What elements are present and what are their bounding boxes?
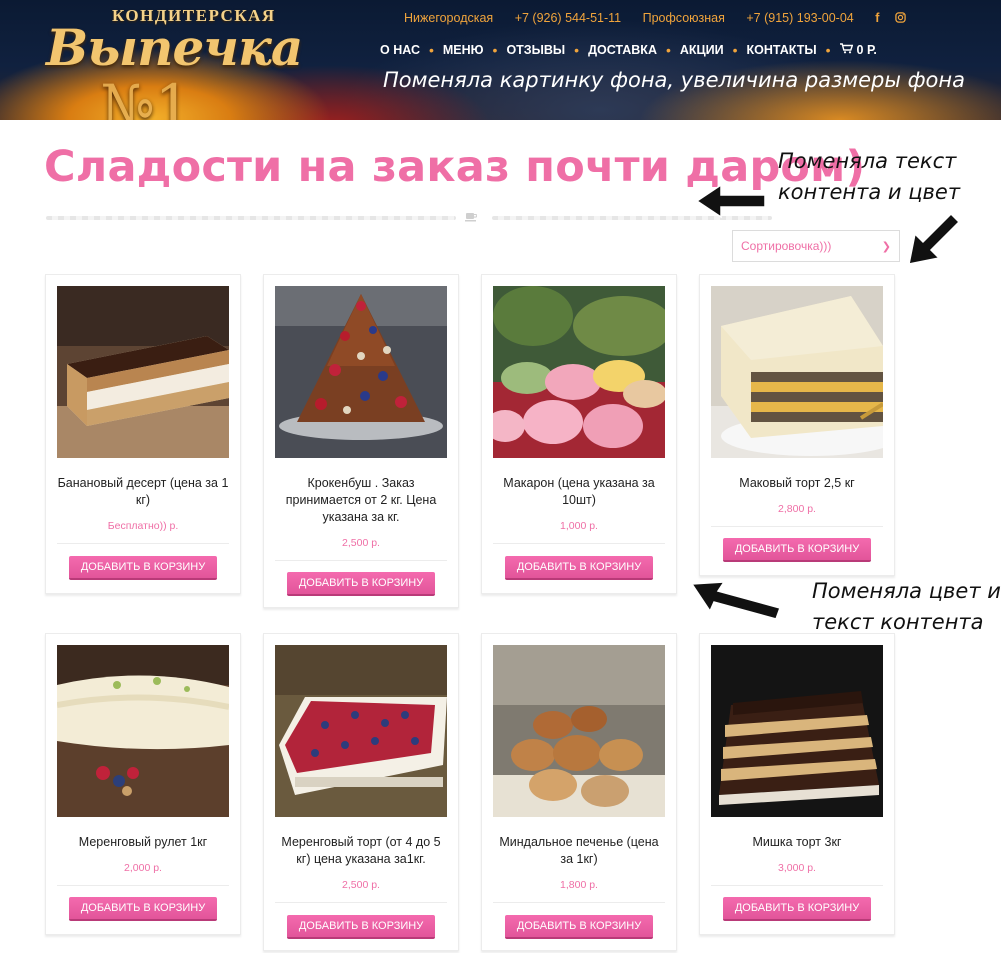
product-card: Крокенбуш . Заказ принимается от 2 кг. Ц… [263,274,459,608]
product-price: Бесплатно)) р. [107,520,179,532]
nav-separator: • [732,42,738,58]
product-price: 2,000 р. [124,862,162,874]
add-to-cart-button[interactable]: ДОБАВИТЬ В КОРЗИНУ [287,915,435,939]
product-card: Меренговый торт (от 4 до 5 кг) цена указ… [263,633,459,951]
product-price: 2,500 р. [342,537,380,549]
product-image-almond-cookies[interactable] [493,645,665,817]
product-image-banana-dessert[interactable] [57,286,229,458]
annotation-line: Поменяла текст [778,149,957,173]
product-card: Мишка торт 3кг 3,000 р. ДОБАВИТЬ В КОРЗИ… [699,633,895,935]
product-price: 3,000 р. [778,862,816,874]
annotation-cards-note: Поменяла цвет и текст контента [812,576,1001,638]
annotation-title-note: Поменяла текст контента и цвет [778,146,960,208]
product-card: Банановый десерт (цена за 1 кг) Бесплатн… [45,274,241,594]
product-image-macarons[interactable] [493,286,665,458]
card-divider [711,526,883,527]
nav-separator: • [825,42,831,58]
instagram-icon[interactable] [895,11,906,25]
card-divider [711,885,883,886]
product-name[interactable]: Миндальное печенье (цена за 1кг) [492,834,666,868]
nav-item-menu[interactable]: МЕНЮ [443,43,484,57]
product-price: 2,500 р. [342,879,380,891]
cart-icon [839,43,853,57]
product-price: 1,800 р. [560,879,598,891]
nav-separator: • [574,42,580,58]
sort-select-value: Сортировочка))) [741,239,832,253]
add-to-cart-button[interactable]: ДОБАВИТЬ В КОРЗИНУ [505,556,653,580]
annotation-line: контента и цвет [778,180,961,204]
annotation-header-note: Поменяла картинку фона, увеличина размер… [383,68,966,92]
nav-separator: • [665,42,671,58]
product-image-croquembouche[interactable] [275,286,447,458]
annotation-arrow-down-left-icon [908,212,961,265]
product-image-meringue-cake[interactable] [275,645,447,817]
product-card: Макарон (цена указана за 10шт) 1,000 р. … [481,274,677,594]
product-image-poppy-cake[interactable] [711,286,883,458]
card-divider [493,902,665,903]
product-name[interactable]: Мишка торт 3кг [710,834,884,851]
card-divider [275,902,447,903]
address-link-1[interactable]: Нижегородская [404,11,493,25]
logo-number: №1 [100,72,192,120]
annotation-arrow-up-left-icon [690,581,781,620]
nav-item-reviews[interactable]: ОТЗЫВЫ [506,43,565,57]
sort-select[interactable]: Сортировочка))) ❯ [732,230,900,262]
product-card: Маковый торт 2,5 кг 2,800 р. ДОБАВИТЬ В … [699,274,895,576]
cart-link[interactable]: 0 Р. [839,43,877,57]
top-contact-bar: Нижегородская +7 (926) 544-51-11 Профсою… [404,11,918,25]
card-divider [275,560,447,561]
add-to-cart-button[interactable]: ДОБАВИТЬ В КОРЗИНУ [505,915,653,939]
phone-link-1[interactable]: +7 (926) 544-51-11 [515,11,621,25]
nav-separator: • [428,42,434,58]
cup-icon [465,213,477,222]
product-card: Меренговый рулет 1кг 2,000 р. ДОБАВИТЬ В… [45,633,241,935]
title-divider-left [46,216,456,220]
product-price: 1,000 р. [560,520,598,532]
chevron-down-icon: ❯ [881,240,891,253]
nav-separator: • [492,42,498,58]
add-to-cart-button[interactable]: ДОБАВИТЬ В КОРЗИНУ [723,897,871,921]
add-to-cart-button[interactable]: ДОБАВИТЬ В КОРЗИНУ [69,897,217,921]
nav-item-delivery[interactable]: ДОСТАВКА [588,43,657,57]
card-divider [57,543,229,544]
add-to-cart-button[interactable]: ДОБАВИТЬ В КОРЗИНУ [723,538,871,562]
product-price: 2,800 р. [778,503,816,515]
annotation-arrow-left-icon [695,183,766,219]
card-divider [57,885,229,886]
nav-item-contacts[interactable]: КОНТАКТЫ [747,43,817,57]
product-name[interactable]: Банановый десерт (цена за 1 кг) [56,475,230,509]
add-to-cart-button[interactable]: ДОБАВИТЬ В КОРЗИНУ [69,556,217,580]
phone-link-2[interactable]: +7 (915) 193-00-04 [746,11,853,25]
product-name[interactable]: Макарон (цена указана за 10шт) [492,475,666,509]
product-name[interactable]: Маковый торт 2,5 кг [710,475,884,492]
product-name[interactable]: Меренговый рулет 1кг [56,834,230,851]
product-card: Миндальное печенье (цена за 1кг) 1,800 р… [481,633,677,951]
nav-item-promotions[interactable]: АКЦИИ [680,43,724,57]
cart-total: 0 Р. [856,43,877,57]
site-header: КОНДИТЕРСКАЯ Выпечка №1 Нижегородская +7… [0,0,1001,120]
nav-item-about[interactable]: О НАС [380,43,420,57]
site-logo[interactable]: КОНДИТЕРСКАЯ Выпечка №1 [40,0,303,120]
logo-script-text: Выпечка [46,18,303,77]
main-nav: О НАС • МЕНЮ • ОТЗЫВЫ • ДОСТАВКА • АКЦИИ… [380,42,877,58]
product-image-mishka-cake[interactable] [711,645,883,817]
facebook-icon[interactable]: f [875,11,879,25]
product-image-meringue-roll[interactable] [57,645,229,817]
address-link-2[interactable]: Профсоюзная [643,11,725,25]
product-name[interactable]: Меренговый торт (от 4 до 5 кг) цена указ… [274,834,448,868]
add-to-cart-button[interactable]: ДОБАВИТЬ В КОРЗИНУ [287,572,435,596]
annotation-line: Поменяла цвет и [812,579,1001,603]
card-divider [493,543,665,544]
product-name[interactable]: Крокенбуш . Заказ принимается от 2 кг. Ц… [274,475,448,526]
